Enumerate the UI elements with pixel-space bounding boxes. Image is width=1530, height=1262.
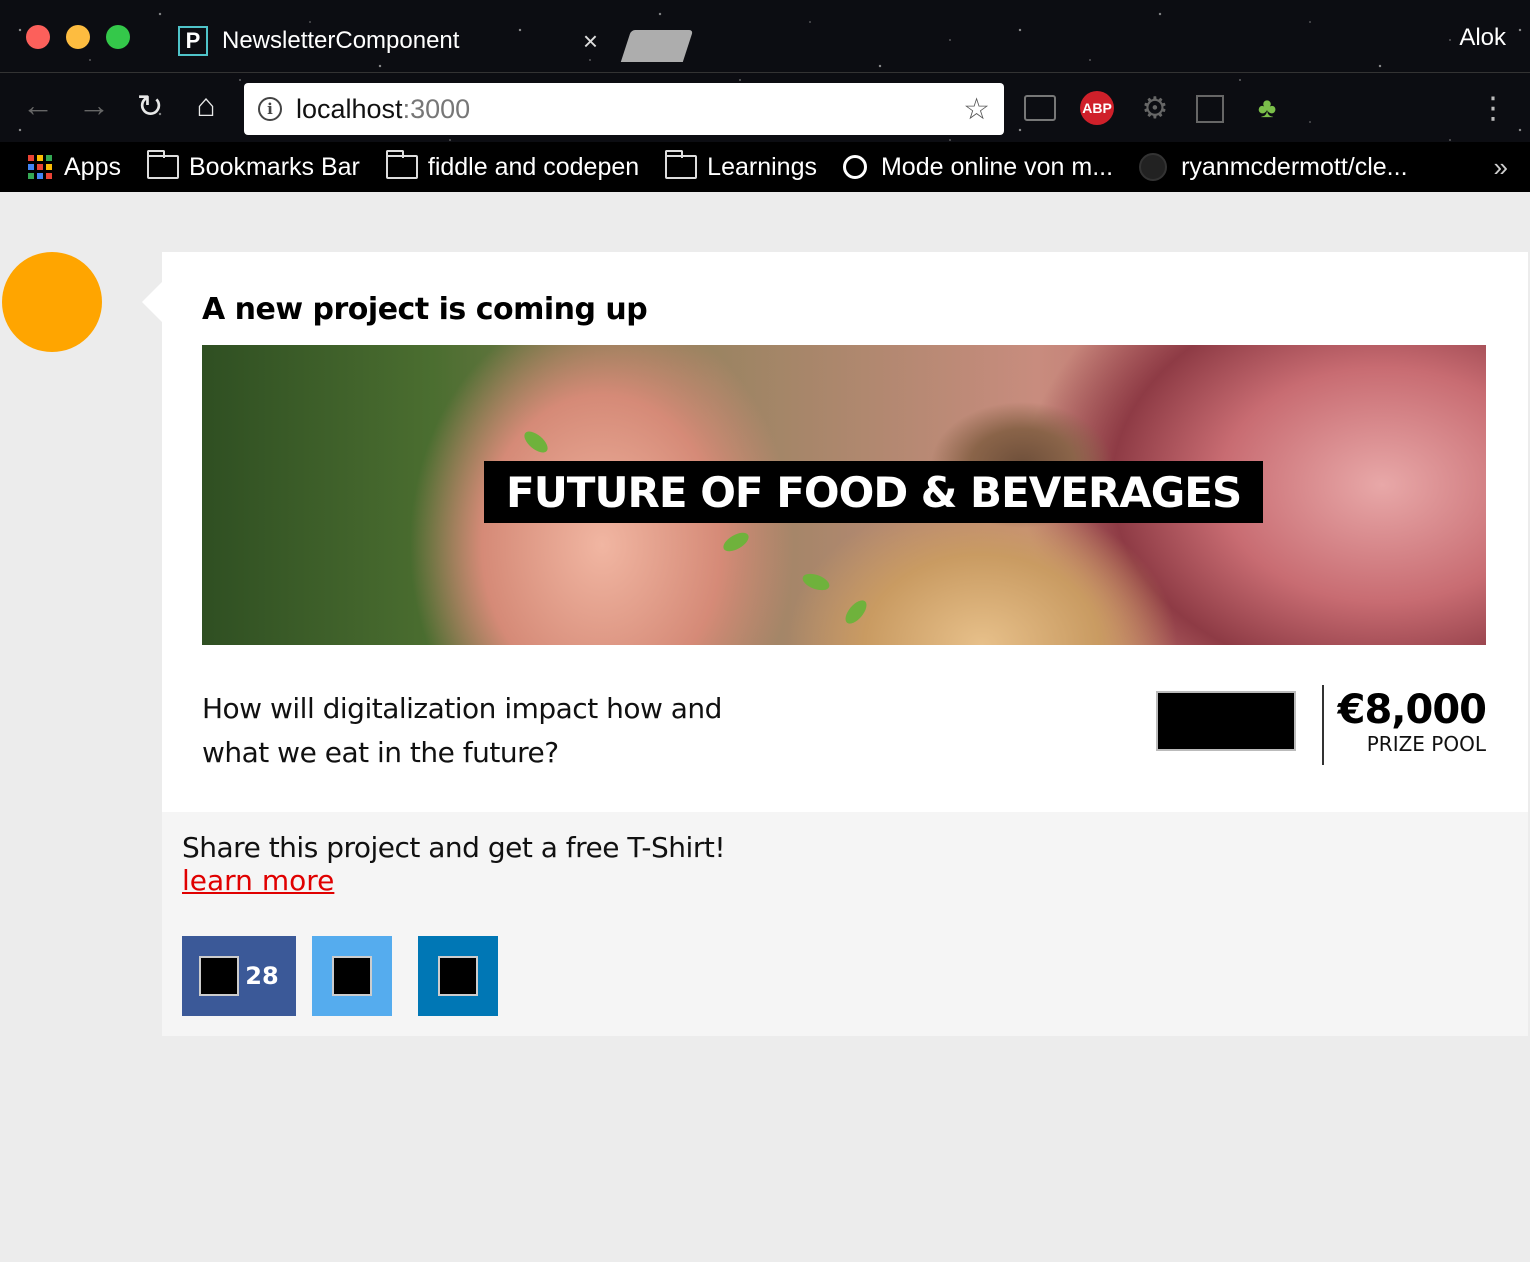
leaf-decoration	[800, 570, 832, 594]
profile-name[interactable]: Alok	[1459, 24, 1506, 52]
card-heading: A new project is coming up	[202, 292, 648, 327]
twitter-share-button[interactable]	[312, 936, 392, 1016]
leaf-decoration	[520, 427, 552, 457]
bookmarks-bar: Apps Bookmarks Bar fiddle and codepen Le…	[0, 142, 1530, 192]
bookmark-folder-bookmarks-bar[interactable]: Bookmarks Bar	[146, 150, 360, 182]
bookmark-label: Mode online von m...	[880, 152, 1114, 181]
title-bar: P NewsletterComponent × Alok	[0, 0, 1530, 72]
browser-chrome: P NewsletterComponent × Alok ← → ↻ ⌂ i l…	[0, 0, 1530, 192]
refresh-favicon-icon	[842, 155, 867, 179]
gear-icon[interactable]: ⚙	[1138, 91, 1172, 125]
extension-box-icon[interactable]	[1196, 95, 1224, 123]
linkedin-share-button[interactable]	[418, 936, 498, 1016]
bookmark-github-repo[interactable]: ryanmcdermott/cle...	[1139, 152, 1408, 182]
folder-icon	[665, 150, 698, 179]
share-text: Share this project and get a free T-Shir…	[182, 831, 726, 864]
card-pointer	[142, 282, 162, 322]
share-section: Share this project and get a free T-Shir…	[162, 812, 1528, 1036]
learn-more-link[interactable]: learn more	[182, 866, 334, 896]
facebook-share-button[interactable]: 28	[182, 936, 296, 1016]
address-bar[interactable]: i localhost:3000 ☆	[244, 83, 1004, 135]
twitter-icon	[332, 956, 372, 996]
back-arrow-icon[interactable]: ←	[18, 87, 58, 124]
share-buttons: 28	[182, 936, 524, 1016]
bookmark-folder-fiddle[interactable]: fiddle and codepen	[385, 150, 640, 182]
browser-menu-icon[interactable]: ⋮	[1476, 91, 1510, 125]
folder-icon	[146, 150, 179, 179]
linkedin-icon	[438, 956, 478, 996]
project-info-row: How will digitalization impact how and w…	[202, 645, 1487, 813]
reload-icon[interactable]: ↻	[130, 87, 170, 125]
bonsai-extension-icon[interactable]: ♣	[1250, 91, 1284, 125]
adblock-plus-icon[interactable]: ABP	[1080, 91, 1114, 125]
bookmark-folder-learnings[interactable]: Learnings	[665, 150, 817, 182]
new-tab-button[interactable]	[620, 30, 694, 62]
divider	[1322, 685, 1324, 765]
facebook-icon	[199, 956, 240, 996]
hero-title: FUTURE OF FOOD & BEVERAGES	[484, 461, 1264, 523]
bookmarks-overflow-icon[interactable]: »	[1494, 152, 1508, 183]
facebook-share-count: 28	[245, 962, 279, 990]
prize-label: PRIZE POOL	[1366, 732, 1486, 756]
sponsor-logo	[1156, 691, 1296, 751]
tab-favicon-icon: P	[178, 26, 208, 56]
home-icon[interactable]: ⌂	[186, 87, 226, 124]
tab-close-icon[interactable]: ×	[583, 26, 598, 57]
bookmark-label: Learnings	[707, 152, 817, 181]
prize-pool: €8,000 PRIZE POOL	[1337, 687, 1487, 756]
url-host: localhost	[296, 93, 403, 124]
browser-tab-active[interactable]: P NewsletterComponent ×	[160, 10, 620, 72]
maximize-window-button[interactable]	[106, 25, 130, 49]
newsletter-card: A new project is coming up FUTURE OF FOO…	[142, 252, 1528, 813]
close-window-button[interactable]	[26, 25, 50, 49]
bookmark-star-icon[interactable]: ☆	[963, 92, 990, 127]
apps-grid-icon	[28, 155, 52, 179]
leaf-decoration	[720, 528, 752, 556]
prize-amount: €8,000	[1337, 687, 1487, 733]
leaf-decoration	[841, 596, 871, 628]
bookmark-label: ryanmcdermott/cle...	[1181, 152, 1408, 181]
page-viewport: A new project is coming up FUTURE OF FOO…	[0, 192, 1530, 1262]
cast-icon[interactable]	[1024, 95, 1056, 121]
bookmark-label: fiddle and codepen	[427, 152, 640, 181]
tab-title: NewsletterComponent	[222, 27, 460, 54]
url-port: :3000	[402, 93, 471, 124]
forward-arrow-icon[interactable]: →	[74, 87, 114, 124]
github-icon	[1139, 153, 1168, 181]
project-question: How will digitalization impact how and w…	[202, 692, 722, 769]
avatar	[2, 252, 102, 352]
bookmark-apps[interactable]: Apps	[28, 153, 121, 182]
bookmark-label: Apps	[64, 152, 121, 181]
bookmark-mode-online[interactable]: Mode online von m...	[842, 152, 1114, 182]
minimize-window-button[interactable]	[66, 25, 90, 49]
project-hero-image[interactable]: FUTURE OF FOOD & BEVERAGES	[202, 345, 1486, 645]
bookmark-label: Bookmarks Bar	[188, 152, 360, 181]
browser-toolbar: ← → ↻ ⌂ i localhost:3000 ☆ ABP ⚙ ♣ ⋮	[0, 72, 1530, 142]
folder-icon	[385, 150, 418, 179]
site-info-icon[interactable]: i	[258, 97, 282, 121]
